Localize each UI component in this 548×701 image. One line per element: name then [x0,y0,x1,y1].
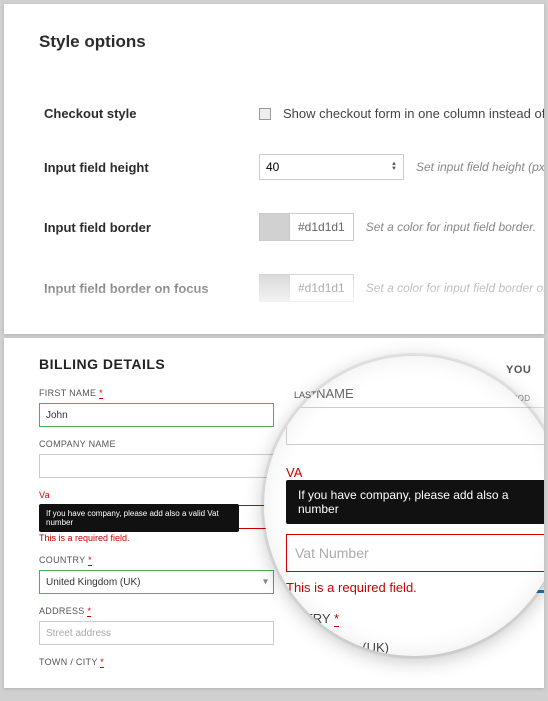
mag-any-name-label: ANY NAME [286,386,544,401]
select-country[interactable]: United Kingdom (UK) [39,570,274,594]
spinner-icon[interactable]: ▲▼ [391,162,397,172]
input-height-field[interactable]: 40 ▲▼ [259,154,404,180]
row-input-height: Input field height 40 ▲▼ Set input field… [26,140,522,199]
color-focus[interactable]: #d1d1d1 [259,274,354,302]
field-town: TOWN / CITY * [39,657,544,667]
row-border-focus: Input field border on focus #d1d1d1 Set … [26,260,522,321]
mag-error: This is a required field. [286,580,544,595]
mag-vat-label: VA [286,465,544,480]
help-border: Set a color for input field border. [366,220,536,234]
label-town: TOWN / CITY * [39,657,544,667]
input-address[interactable]: Street address [39,621,274,645]
mag-any-name-input[interactable] [286,407,544,445]
style-options-panel: Style options Checkout style Show checko… [4,4,544,334]
sidebar-title: YOU [506,364,544,376]
tooltip-vat-small: If you have company, please add also a v… [39,504,239,532]
label-border: Input field border [44,220,259,235]
label-checkout-style: Checkout style [44,106,259,121]
color-border[interactable]: #d1d1d1 [259,213,354,241]
input-company[interactable] [39,454,274,478]
magnifier-lens: ANY NAME VA If you have company, please … [264,356,544,656]
swatch-focus [260,275,290,301]
help-focus: Set a color for input field border on fo [366,281,544,295]
section-title: Style options [4,4,544,52]
input-height-value: 40 [266,160,279,174]
mag-vat-input[interactable]: Vat Number [286,534,544,572]
row-border-correct: Input field border (correct info) #69bf2… [26,321,522,334]
input-first-name[interactable]: John [39,403,274,427]
label-border-focus: Input field border on focus [44,281,259,296]
row-border: Input field border #d1d1d1 Set a color f… [26,199,522,260]
mag-tooltip: If you have company, please add also a n… [286,480,544,524]
checkout-preview-panel: BILLING DETAILS FIRST NAME * John LAST N… [4,338,544,688]
swatch-border [260,214,290,240]
hex-border: #d1d1d1 [290,220,353,234]
checkbox-one-column[interactable] [259,108,271,120]
hex-focus: #d1d1d1 [290,281,353,295]
mag-country-label: UNTRY * [286,611,544,626]
checkbox-text: Show checkout form in one column instead… [283,106,544,121]
label-input-height: Input field height [44,160,259,175]
settings-body: Checkout style Show checkout form in one… [26,76,522,334]
row-checkout-style: Checkout style Show checkout form in one… [26,92,522,140]
help-height: Set input field height (px) [416,160,544,174]
